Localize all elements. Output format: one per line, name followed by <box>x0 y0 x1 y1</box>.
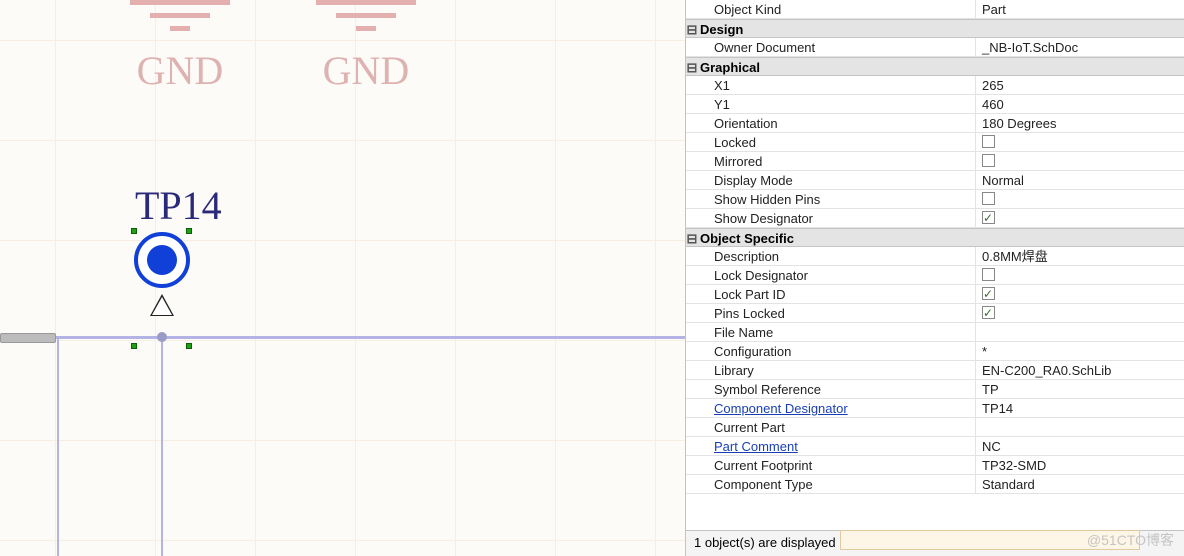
property-name: Description <box>686 247 976 265</box>
junction-node[interactable] <box>157 332 167 342</box>
property-row[interactable]: LibraryEN-C200_RA0.SchLib <box>686 361 1184 380</box>
property-row[interactable]: Orientation180 Degrees <box>686 114 1184 133</box>
property-value[interactable] <box>976 285 1184 303</box>
property-value[interactable] <box>976 209 1184 227</box>
checkbox[interactable] <box>982 211 995 224</box>
collapse-icon[interactable]: ⊟ <box>686 58 698 75</box>
property-name: Lock Part ID <box>686 285 976 303</box>
property-row[interactable]: Component TypeStandard <box>686 475 1184 494</box>
property-name: File Name <box>686 323 976 341</box>
property-row[interactable]: Current FootprintTP32-SMD <box>686 456 1184 475</box>
property-value[interactable]: TP32-SMD <box>976 456 1184 474</box>
checkbox[interactable] <box>982 287 995 300</box>
gnd-symbol[interactable]: GND <box>316 0 416 94</box>
property-row[interactable]: Show Hidden Pins <box>686 190 1184 209</box>
property-row[interactable]: Part CommentNC <box>686 437 1184 456</box>
property-value[interactable]: Normal <box>976 171 1184 189</box>
property-value[interactable]: Part <box>976 0 1184 18</box>
property-value[interactable]: 180 Degrees <box>976 114 1184 132</box>
selection-handle[interactable] <box>131 228 137 234</box>
property-row[interactable]: Owner Document _NB-IoT.SchDoc <box>686 38 1184 57</box>
checkbox[interactable] <box>982 135 995 148</box>
property-row[interactable]: Mirrored <box>686 152 1184 171</box>
property-row[interactable]: Configuration* <box>686 342 1184 361</box>
property-value[interactable] <box>976 418 1184 436</box>
checkbox[interactable] <box>982 306 995 319</box>
schematic-canvas[interactable]: GND GND TP14 <box>0 0 685 556</box>
property-row[interactable]: Lock Part ID <box>686 285 1184 304</box>
property-name: Current Part <box>686 418 976 436</box>
property-name: Locked <box>686 133 976 151</box>
component-designator-label[interactable]: TP14 <box>135 182 222 229</box>
property-name: Part Comment <box>686 437 976 455</box>
property-name: Display Mode <box>686 171 976 189</box>
net-wire[interactable] <box>57 336 59 556</box>
testpoint-symbol[interactable] <box>134 232 190 288</box>
property-name: Configuration <box>686 342 976 360</box>
property-value[interactable]: 460 <box>976 95 1184 113</box>
property-row[interactable]: Pins Locked <box>686 304 1184 323</box>
scrollbar-stub[interactable] <box>0 333 56 343</box>
property-value[interactable] <box>976 304 1184 322</box>
property-row[interactable]: Show Designator <box>686 209 1184 228</box>
selection-handle[interactable] <box>186 343 192 349</box>
property-row[interactable]: File Name <box>686 323 1184 342</box>
property-name: Y1 <box>686 95 976 113</box>
gnd-label: GND <box>316 47 416 94</box>
property-name: Show Designator <box>686 209 976 227</box>
property-row[interactable]: Locked <box>686 133 1184 152</box>
property-value[interactable]: * <box>976 342 1184 360</box>
watermark: @51CTO博客 <box>1087 530 1174 550</box>
property-value[interactable] <box>976 152 1184 170</box>
property-value[interactable]: 265 <box>976 76 1184 94</box>
property-name: X1 <box>686 76 976 94</box>
property-name: Orientation <box>686 114 976 132</box>
property-name: Show Hidden Pins <box>686 190 976 208</box>
property-value[interactable]: EN-C200_RA0.SchLib <box>976 361 1184 379</box>
property-value[interactable]: TP <box>976 380 1184 398</box>
selection-handle[interactable] <box>186 228 192 234</box>
property-value[interactable] <box>976 190 1184 208</box>
property-row[interactable]: Description0.8MM焊盘 <box>686 247 1184 266</box>
property-value[interactable]: Standard <box>976 475 1184 493</box>
property-row[interactable]: Y1460 <box>686 95 1184 114</box>
section-header-object-specific[interactable]: ⊟ Object Specific <box>686 228 1184 247</box>
property-row[interactable]: Component DesignatorTP14 <box>686 399 1184 418</box>
property-value[interactable]: NC <box>976 437 1184 455</box>
property-value[interactable] <box>976 266 1184 284</box>
property-row[interactable]: Symbol ReferenceTP <box>686 380 1184 399</box>
collapse-icon[interactable]: ⊟ <box>686 229 698 246</box>
selection-handle[interactable] <box>131 343 137 349</box>
property-row[interactable]: Lock Designator <box>686 266 1184 285</box>
gnd-symbol[interactable]: GND <box>130 0 230 94</box>
property-name: Symbol Reference <box>686 380 976 398</box>
property-grid[interactable]: Object Kind Part ⊟ Design Owner Document… <box>686 0 1184 530</box>
checkbox[interactable] <box>982 154 995 167</box>
checkbox[interactable] <box>982 192 995 205</box>
property-row[interactable]: Current Part <box>686 418 1184 437</box>
property-value[interactable]: TP14 <box>976 399 1184 417</box>
property-row[interactable]: Object Kind Part <box>686 0 1184 19</box>
inspector-panel: Object Kind Part ⊟ Design Owner Document… <box>685 0 1184 556</box>
section-header-graphical[interactable]: ⊟ Graphical <box>686 57 1184 76</box>
property-value[interactable]: 0.8MM焊盘 <box>976 247 1184 265</box>
collapse-icon[interactable]: ⊟ <box>686 20 698 37</box>
property-name: Mirrored <box>686 152 976 170</box>
property-name: Component Type <box>686 475 976 493</box>
property-name: Pins Locked <box>686 304 976 322</box>
section-header-design[interactable]: ⊟ Design <box>686 19 1184 38</box>
property-name: Library <box>686 361 976 379</box>
property-name: Lock Designator <box>686 266 976 284</box>
net-wire[interactable] <box>161 336 163 556</box>
property-name: Component Designator <box>686 399 976 417</box>
checkbox[interactable] <box>982 268 995 281</box>
property-name: Object Kind <box>686 0 976 18</box>
property-name: Current Footprint <box>686 456 976 474</box>
property-value[interactable] <box>976 133 1184 151</box>
net-wire[interactable] <box>0 336 685 339</box>
property-value[interactable] <box>976 323 1184 341</box>
gnd-label: GND <box>130 47 230 94</box>
property-row[interactable]: X1265 <box>686 76 1184 95</box>
property-row[interactable]: Display ModeNormal <box>686 171 1184 190</box>
